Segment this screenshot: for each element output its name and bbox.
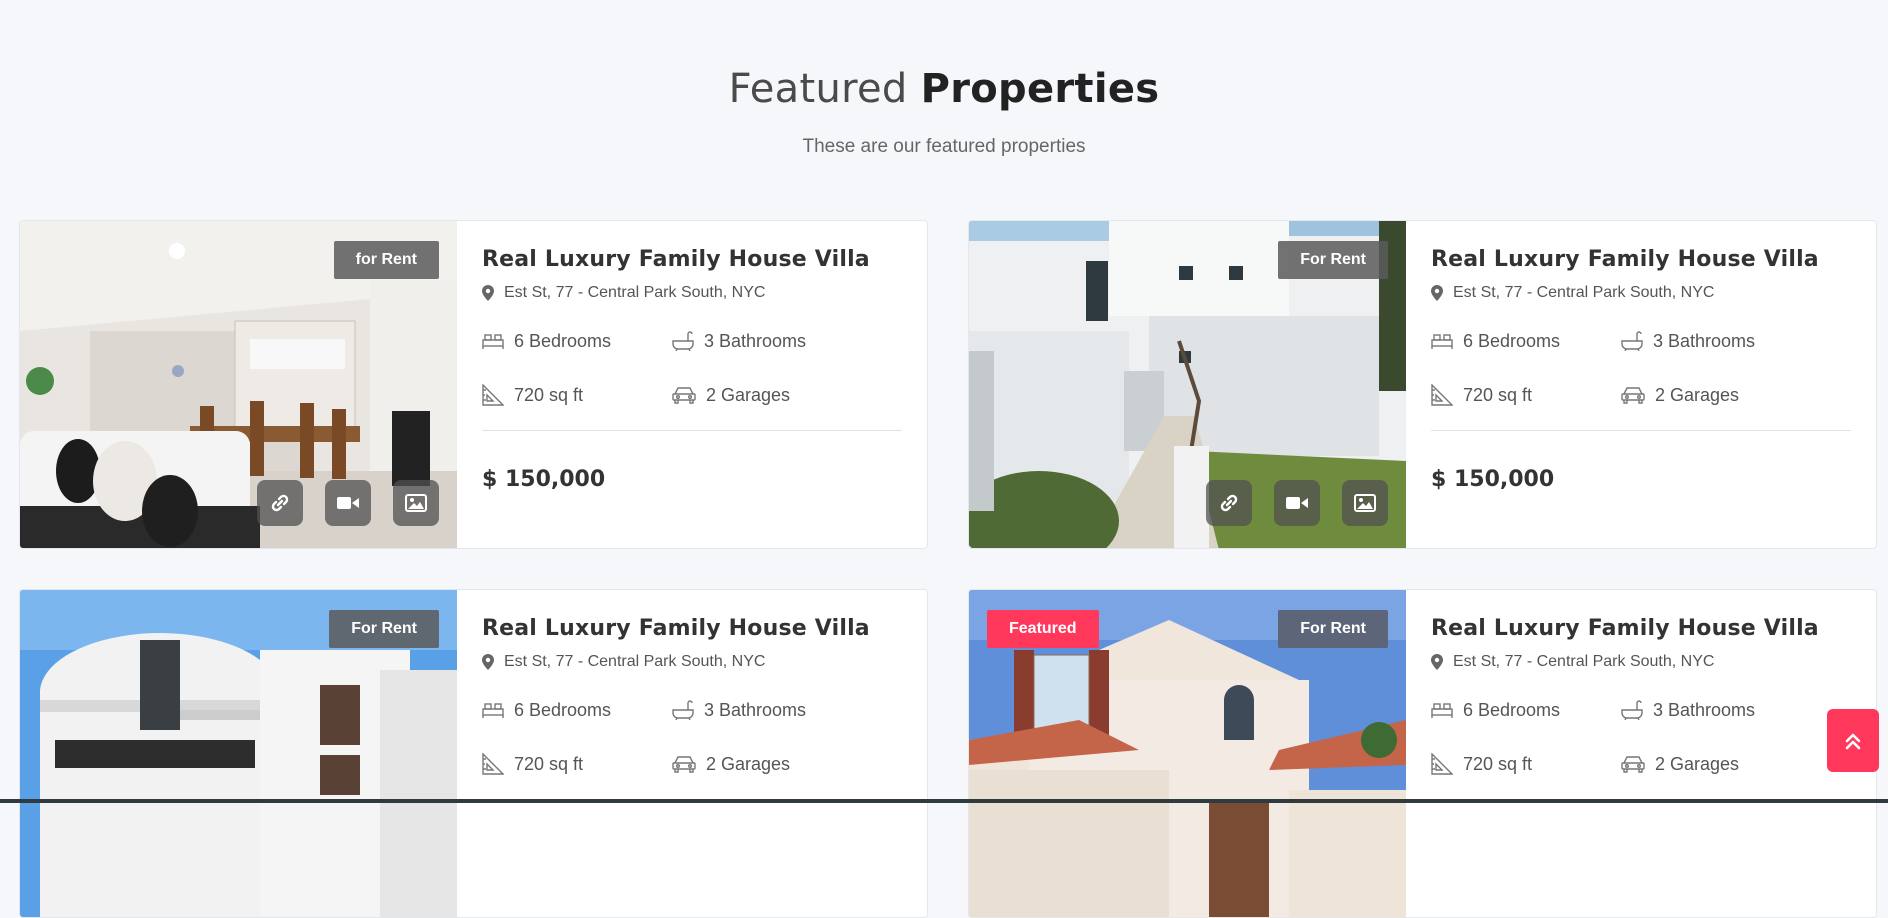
property-title[interactable]: Real Luxury Family House Villa	[482, 616, 902, 641]
car-icon	[672, 756, 696, 773]
scroll-top-button[interactable]	[1827, 709, 1879, 772]
property-info: Real Luxury Family House Villa Est St, 7…	[482, 221, 902, 492]
ruler-triangle-icon	[1431, 753, 1453, 775]
feature-bathrooms: 3 Bathrooms	[1621, 328, 1821, 354]
feature-bedrooms: 6 Bedrooms	[1431, 328, 1621, 354]
feature-garages: 2 Garages	[672, 751, 872, 777]
bed-icon	[1431, 334, 1453, 349]
property-photo[interactable]: Featured For Rent	[969, 590, 1406, 917]
photo-actions	[1206, 480, 1388, 526]
feature-bedrooms: 6 Bedrooms	[482, 697, 672, 723]
property-card[interactable]: For Rent Real Luxury Family House Villa …	[968, 220, 1877, 549]
property-features: 6 Bedrooms 3 Bathrooms 720 sq ft 2 Garag…	[482, 697, 902, 777]
property-card[interactable]: For Rent Real Luxury Family House Villa …	[19, 589, 928, 918]
status-badge: For Rent	[329, 610, 439, 648]
video-button[interactable]	[325, 480, 371, 526]
feature-area: 720 sq ft	[1431, 751, 1621, 777]
divider	[1431, 430, 1851, 431]
address-text: Est St, 77 - Central Park South, NYC	[504, 284, 766, 301]
car-icon	[672, 387, 696, 404]
property-features: 6 Bedrooms 3 Bathrooms 720 sq ft 2 Garag…	[1431, 328, 1851, 408]
property-features: 6 Bedrooms 3 Bathrooms 720 sq ft 2 Garag…	[482, 328, 902, 408]
property-info: Real Luxury Family House Villa Est St, 7…	[482, 590, 902, 777]
bathtub-icon	[672, 331, 694, 351]
car-icon	[1621, 756, 1645, 773]
property-title[interactable]: Real Luxury Family House Villa	[1431, 247, 1851, 272]
car-icon	[1621, 387, 1645, 404]
link-button[interactable]	[257, 480, 303, 526]
link-icon	[1220, 494, 1238, 512]
feature-area: 720 sq ft	[482, 751, 672, 777]
property-price: $ 150,000	[482, 467, 606, 492]
section-subtitle: These are our featured properties	[802, 136, 1086, 157]
property-address: Est St, 77 - Central Park South, NYC	[482, 653, 902, 671]
feature-garages: 2 Garages	[672, 382, 872, 408]
map-pin-icon	[482, 654, 494, 670]
bed-icon	[1431, 703, 1453, 718]
property-address: Est St, 77 - Central Park South, NYC	[482, 284, 902, 302]
bed-icon	[482, 703, 504, 718]
feature-bathrooms: 3 Bathrooms	[1621, 697, 1821, 723]
image-icon	[405, 494, 427, 512]
bathtub-icon	[672, 700, 694, 720]
status-badge: For Rent	[1278, 241, 1388, 279]
ruler-triangle-icon	[482, 384, 504, 406]
address-text: Est St, 77 - Central Park South, NYC	[504, 653, 766, 670]
feature-bathrooms: 3 Bathrooms	[672, 328, 872, 354]
video-icon	[1286, 497, 1308, 509]
property-photo[interactable]: for Rent	[20, 221, 457, 548]
status-badge: for Rent	[333, 241, 439, 279]
photo-actions	[257, 480, 439, 526]
map-pin-icon	[482, 285, 494, 301]
feature-bedrooms: 6 Bedrooms	[1431, 697, 1621, 723]
property-info: Real Luxury Family House Villa Est St, 7…	[1431, 590, 1851, 777]
section-title: Featured Properties	[0, 66, 1888, 112]
property-info: Real Luxury Family House Villa Est St, 7…	[1431, 221, 1851, 492]
feature-garages: 2 Garages	[1621, 751, 1821, 777]
gallery-button[interactable]	[1342, 480, 1388, 526]
property-title[interactable]: Real Luxury Family House Villa	[482, 247, 902, 272]
video-icon	[337, 497, 359, 509]
address-text: Est St, 77 - Central Park South, NYC	[1453, 653, 1715, 670]
feature-garages: 2 Garages	[1621, 382, 1821, 408]
link-icon	[271, 494, 289, 512]
map-pin-icon	[1431, 654, 1443, 670]
section-title-bold: Properties	[920, 66, 1160, 112]
property-photo[interactable]: For Rent	[969, 221, 1406, 548]
property-title[interactable]: Real Luxury Family House Villa	[1431, 616, 1851, 641]
property-address: Est St, 77 - Central Park South, NYC	[1431, 284, 1851, 302]
property-price: $ 150,000	[1431, 467, 1555, 492]
ruler-triangle-icon	[482, 753, 504, 775]
property-card[interactable]: for Rent Real Luxury Family House Villa …	[19, 220, 928, 549]
featured-badge: Featured	[987, 610, 1099, 648]
map-pin-icon	[1431, 285, 1443, 301]
bathtub-icon	[1621, 700, 1643, 720]
bottom-bar	[0, 799, 1888, 803]
link-button[interactable]	[1206, 480, 1252, 526]
address-text: Est St, 77 - Central Park South, NYC	[1453, 284, 1715, 301]
status-badge: For Rent	[1278, 610, 1388, 648]
double-chevron-up-icon	[1845, 733, 1861, 749]
feature-area: 720 sq ft	[1431, 382, 1621, 408]
feature-bathrooms: 3 Bathrooms	[672, 697, 872, 723]
bed-icon	[482, 334, 504, 349]
feature-bedrooms: 6 Bedrooms	[482, 328, 672, 354]
property-card[interactable]: Featured For Rent Real Luxury Family Hou…	[968, 589, 1877, 918]
video-button[interactable]	[1274, 480, 1320, 526]
property-photo[interactable]: For Rent	[20, 590, 457, 917]
feature-area: 720 sq ft	[482, 382, 672, 408]
section-title-light: Featured	[728, 66, 908, 112]
property-features: 6 Bedrooms 3 Bathrooms 720 sq ft 2 Garag…	[1431, 697, 1851, 777]
bathtub-icon	[1621, 331, 1643, 351]
gallery-button[interactable]	[393, 480, 439, 526]
ruler-triangle-icon	[1431, 384, 1453, 406]
property-address: Est St, 77 - Central Park South, NYC	[1431, 653, 1851, 671]
divider	[482, 430, 902, 431]
image-icon	[1354, 494, 1376, 512]
